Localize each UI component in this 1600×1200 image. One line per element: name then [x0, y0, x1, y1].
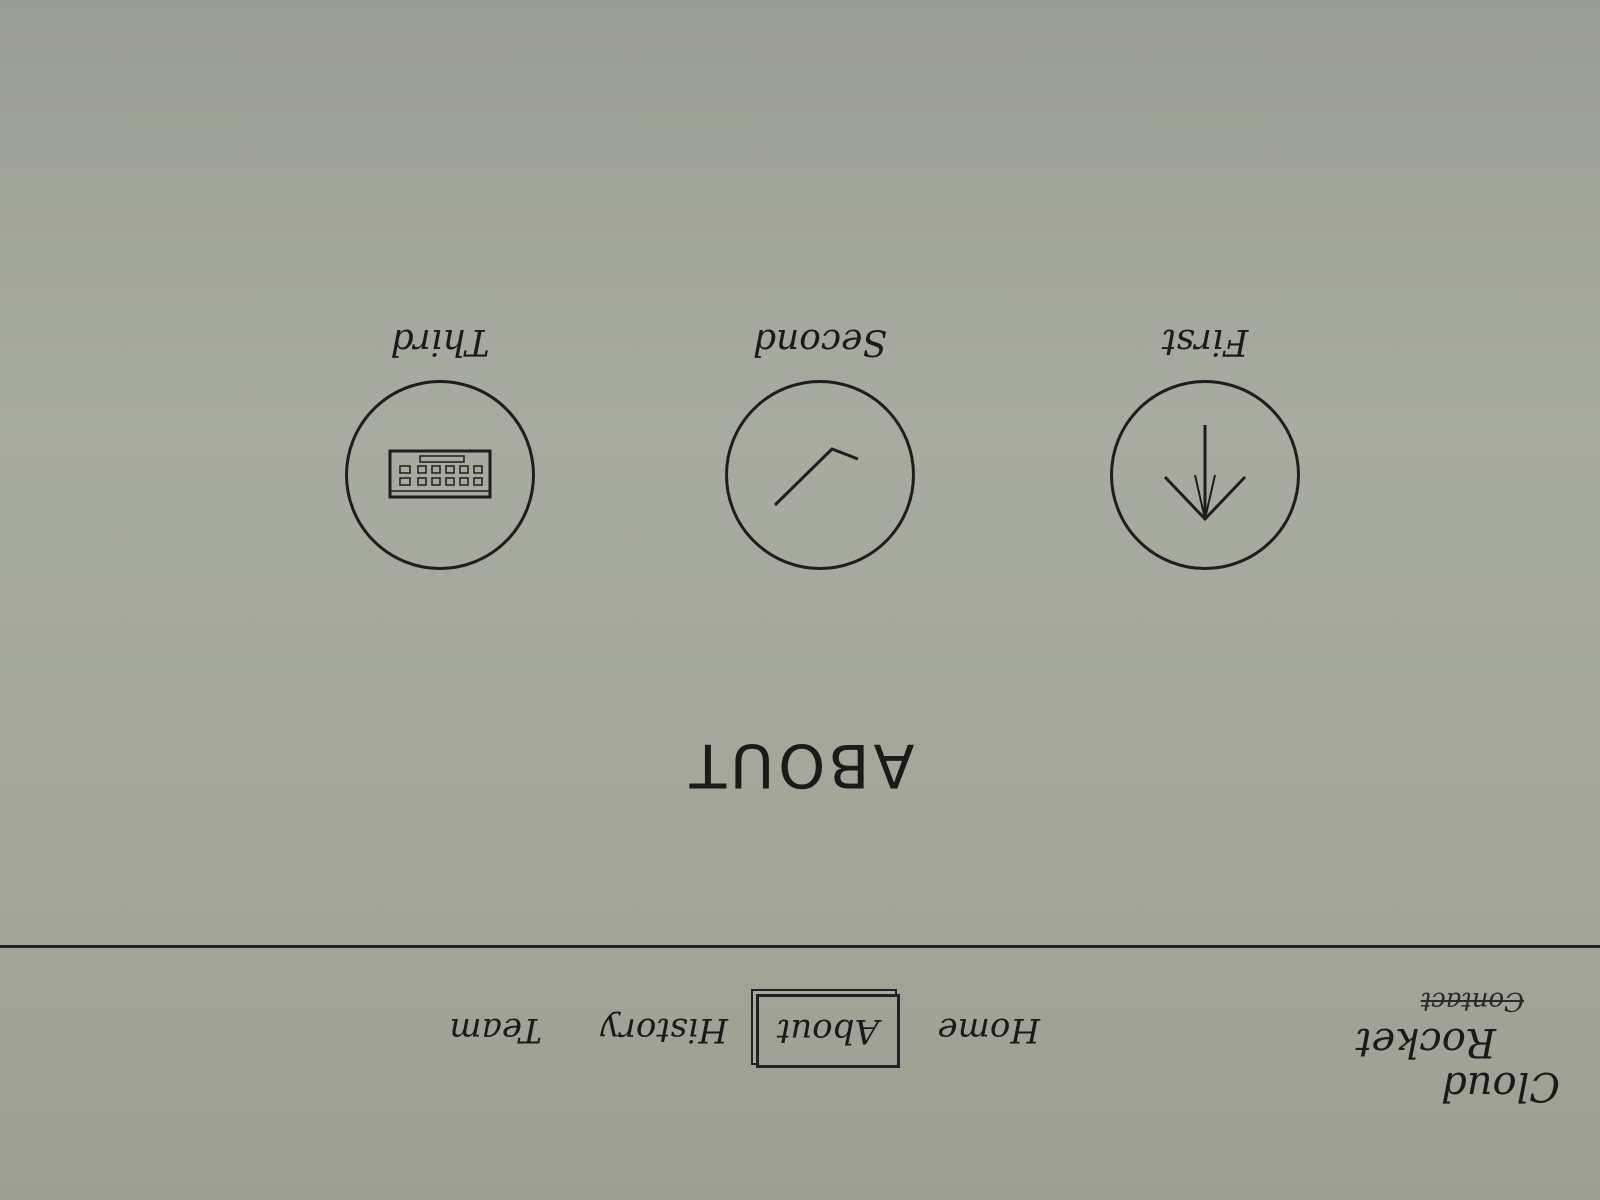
nav-item-history[interactable]: History	[600, 1010, 728, 1050]
sketch-sheet: Cloud Rocket Contact Home About History …	[0, 0, 1600, 1200]
feature-first-circle	[1110, 380, 1300, 570]
navigation-bar: Cloud Rocket Contact Home About History …	[0, 945, 1600, 1148]
feature-third: Third	[335, 321, 545, 570]
brand-line-2: Rocket	[1355, 1019, 1496, 1065]
feature-first: First	[1100, 321, 1310, 570]
page-title: ABOUT	[685, 730, 915, 800]
nav-item-team[interactable]: Team	[449, 1010, 542, 1050]
feature-third-label: Third	[390, 321, 490, 362]
nav-item-home[interactable]: Home	[938, 1010, 1040, 1050]
nav-item-about[interactable]: About	[755, 994, 900, 1068]
brand-line-1: Cloud	[1441, 1063, 1560, 1109]
wireframe-page: Cloud Rocket Contact Home About History …	[0, 0, 1600, 1200]
feature-second: Second	[715, 321, 925, 570]
brand-logo[interactable]: Cloud Rocket	[1310, 1019, 1560, 1109]
feature-first-label: First	[1161, 321, 1249, 362]
arrow-up-icon	[1163, 425, 1247, 522]
nav-item-contact[interactable]: Contact	[1421, 986, 1524, 1016]
feature-third-circle	[345, 380, 535, 570]
chevron-icon	[773, 447, 859, 507]
feature-second-label: Second	[752, 321, 888, 362]
feature-second-circle	[725, 380, 915, 570]
keyboard-icon	[388, 449, 492, 499]
